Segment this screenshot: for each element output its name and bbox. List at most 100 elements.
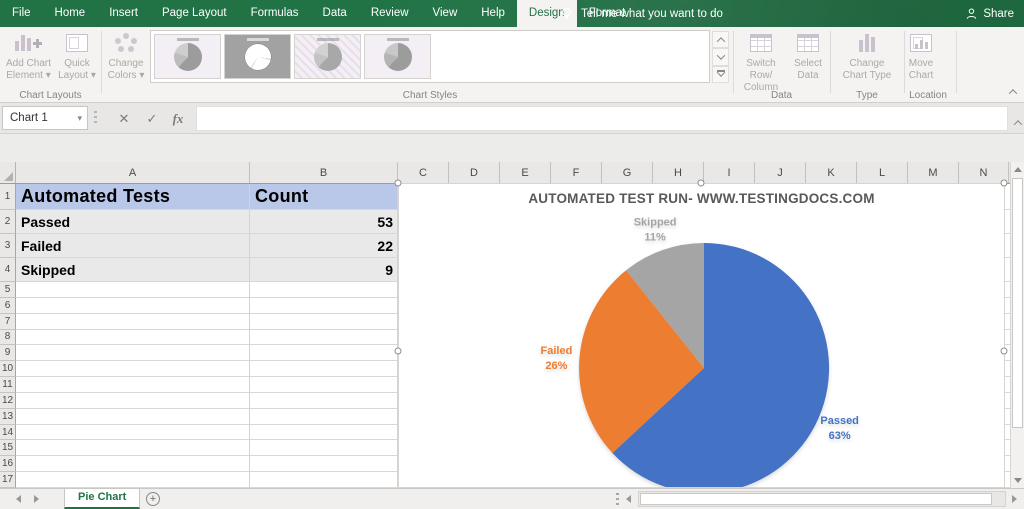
cell-A13[interactable] — [16, 408, 250, 425]
row-header-13[interactable]: 13 — [0, 408, 16, 425]
pie-label-failed[interactable]: Failed 26% — [541, 345, 573, 372]
cell-B11[interactable] — [250, 377, 398, 393]
row-header-1[interactable]: 1 — [0, 184, 16, 210]
cell-A1[interactable]: Automated Tests — [16, 184, 250, 210]
gallery-scroll-up-button[interactable] — [712, 31, 729, 49]
chart-handle-middle-right[interactable] — [1000, 347, 1008, 355]
row-header-8[interactable]: 8 — [0, 329, 16, 346]
cell-B12[interactable] — [250, 392, 398, 409]
row-header-14[interactable]: 14 — [0, 424, 16, 441]
chart-style-3[interactable] — [294, 34, 361, 79]
tab-formulas[interactable]: Formulas — [239, 0, 311, 27]
collapse-ribbon-button[interactable] — [1008, 87, 1018, 98]
cell-A5[interactable] — [16, 282, 250, 298]
cell-B10[interactable] — [250, 361, 398, 378]
tab-view[interactable]: View — [421, 0, 470, 27]
quick-layout-button[interactable]: Quick Layout ▾ — [55, 30, 99, 94]
cell-B14[interactable] — [250, 424, 398, 441]
name-box[interactable]: Chart 1 ▾ — [2, 106, 88, 130]
column-header-G[interactable]: G — [602, 162, 653, 183]
cell-A16[interactable] — [16, 456, 250, 473]
cell-B17[interactable] — [250, 472, 398, 488]
cell-B1[interactable]: Count — [250, 184, 398, 210]
move-chart-button[interactable]: Move Chart — [899, 30, 943, 94]
row-header-5[interactable]: 5 — [0, 282, 16, 298]
row-header-17[interactable]: 17 — [0, 472, 16, 488]
expand-formula-bar-button[interactable] — [1013, 113, 1023, 131]
cell-A7[interactable] — [16, 313, 250, 330]
cell-A14[interactable] — [16, 424, 250, 441]
gallery-scroll-down-button[interactable] — [712, 48, 729, 66]
cell-B16[interactable] — [250, 456, 398, 473]
cell-B6[interactable] — [250, 297, 398, 314]
select-data-button[interactable]: Select Data — [788, 30, 828, 94]
tab-help[interactable]: Help — [469, 0, 517, 27]
cell-A12[interactable] — [16, 392, 250, 409]
column-header-F[interactable]: F — [551, 162, 602, 183]
row-header-2[interactable]: 2 — [0, 210, 16, 234]
cell-A4[interactable]: Skipped — [16, 258, 250, 282]
cell-B5[interactable] — [250, 282, 398, 298]
switch-row-column-button[interactable]: Switch Row/ Column — [736, 30, 786, 94]
column-header-C[interactable]: C — [398, 162, 449, 183]
tab-page-layout[interactable]: Page Layout — [150, 0, 239, 27]
cell-A15[interactable] — [16, 440, 250, 457]
horizontal-scrollbar[interactable] — [638, 491, 1006, 507]
select-all-corner[interactable] — [0, 162, 16, 183]
chart-style-4[interactable] — [364, 34, 431, 79]
chart-handle-top-left[interactable] — [394, 179, 402, 187]
vertical-scrollbar[interactable] — [1010, 162, 1024, 488]
pie-label-passed[interactable]: Passed 63% — [820, 415, 859, 442]
cell-B7[interactable] — [250, 313, 398, 330]
cell-A2[interactable]: Passed — [16, 210, 250, 234]
column-header-K[interactable]: K — [806, 162, 857, 183]
chart-object[interactable]: AUTOMATED TEST RUN- WWW.TESTINGDOCS.COM … — [398, 183, 1005, 488]
row-header-16[interactable]: 16 — [0, 456, 16, 473]
cell-B8[interactable] — [250, 329, 398, 346]
new-sheet-button[interactable]: + — [146, 492, 160, 506]
tab-file[interactable]: File — [0, 0, 43, 27]
enter-button[interactable]: ✓ — [140, 107, 164, 130]
add-chart-element-button[interactable]: Add Chart Element ▾ — [4, 30, 53, 94]
scroll-up-icon[interactable] — [1013, 167, 1022, 172]
cell-A17[interactable] — [16, 472, 250, 488]
tab-review[interactable]: Review — [359, 0, 421, 27]
cell-B4[interactable]: 9 — [250, 258, 398, 282]
name-box-dropdown-icon[interactable]: ▾ — [77, 107, 82, 129]
tell-me-box[interactable]: Tell me what you want to do — [560, 0, 723, 27]
next-sheet-button[interactable] — [34, 495, 39, 503]
share-button[interactable]: Share — [965, 0, 1014, 27]
cell-A6[interactable] — [16, 297, 250, 314]
row-header-10[interactable]: 10 — [0, 361, 16, 378]
column-header-H[interactable]: H — [653, 162, 704, 183]
cell-B9[interactable] — [250, 345, 398, 362]
pie-label-skipped[interactable]: Skipped 11% — [634, 216, 677, 243]
row-header-15[interactable]: 15 — [0, 440, 16, 457]
row-header-9[interactable]: 9 — [0, 345, 16, 362]
tab-insert[interactable]: Insert — [97, 0, 150, 27]
row-header-7[interactable]: 7 — [0, 313, 16, 330]
column-header-L[interactable]: L — [857, 162, 908, 183]
cell-A8[interactable] — [16, 329, 250, 346]
cell-A9[interactable] — [16, 345, 250, 362]
vertical-scrollbar-thumb[interactable] — [1012, 178, 1023, 428]
cell-B3[interactable]: 22 — [250, 234, 398, 258]
change-colors-button[interactable]: Change Colors ▾ — [104, 30, 148, 94]
column-header-B[interactable]: B — [250, 162, 398, 183]
chart-style-1[interactable] — [154, 34, 221, 79]
column-header-I[interactable]: I — [704, 162, 755, 183]
column-header-D[interactable]: D — [449, 162, 500, 183]
column-header-J[interactable]: J — [755, 162, 806, 183]
tab-data[interactable]: Data — [311, 0, 359, 27]
column-header-M[interactable]: M — [908, 162, 959, 183]
cell-A3[interactable]: Failed — [16, 234, 250, 258]
insert-function-button[interactable]: fx — [166, 107, 190, 130]
gallery-more-button[interactable] — [712, 65, 729, 83]
row-header-4[interactable]: 4 — [0, 258, 16, 282]
cell-B2[interactable]: 53 — [250, 210, 398, 234]
scroll-down-icon[interactable] — [1013, 478, 1022, 483]
tab-home[interactable]: Home — [43, 0, 98, 27]
chart-style-2[interactable] — [224, 34, 291, 79]
previous-sheet-button[interactable] — [16, 495, 21, 503]
scroll-right-icon[interactable] — [1012, 495, 1017, 503]
